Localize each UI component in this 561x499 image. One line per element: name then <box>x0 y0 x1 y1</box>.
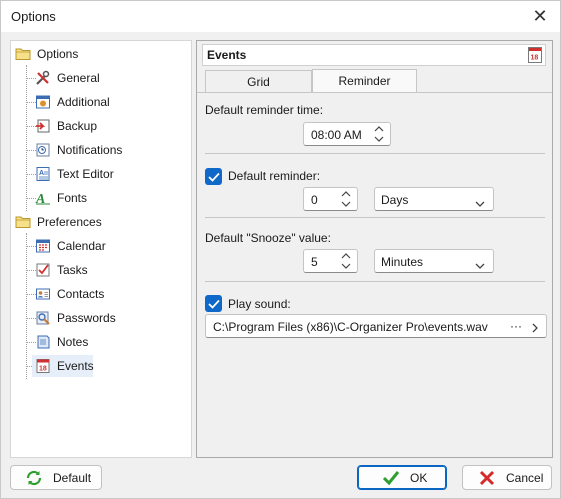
play-sound-checkbox[interactable] <box>205 295 222 312</box>
notifications-icon <box>35 142 51 158</box>
tree-item-notes[interactable]: Notes <box>35 331 88 353</box>
separator <box>205 153 545 154</box>
events-icon: 18 <box>528 47 542 63</box>
window-title: Options <box>11 9 56 24</box>
tree-label: Events <box>57 359 94 373</box>
tree-label: Tasks <box>57 263 88 277</box>
spin-arrows-icon[interactable] <box>340 190 352 208</box>
separator <box>205 217 545 218</box>
backup-icon <box>35 118 51 134</box>
chevron-right-icon[interactable] <box>532 322 538 336</box>
close-button[interactable]: ✕ <box>520 1 560 32</box>
default-reminder-checkbox[interactable] <box>205 168 222 185</box>
tree-item-events[interactable]: 18 Events <box>32 355 94 377</box>
tree-item-fonts[interactable]: A Fonts <box>35 187 87 209</box>
tab-divider <box>197 92 552 93</box>
cancel-button[interactable]: Cancel <box>462 465 552 490</box>
default-reminder-unit: Days <box>381 193 409 207</box>
tab-reminder[interactable]: Reminder <box>312 69 417 92</box>
reminder-time-value: 08:00 AM <box>311 128 362 142</box>
close-icon: ✕ <box>532 6 548 26</box>
events-icon: 18 <box>35 358 51 374</box>
events-settings-panel: Events 18 Grid Reminder Default reminder… <box>196 40 553 458</box>
passwords-icon <box>35 310 51 326</box>
tree-item-contacts[interactable]: Contacts <box>35 283 104 305</box>
default-reminder-value: 0 <box>311 193 318 207</box>
tree-item-notifications[interactable]: Notifications <box>35 139 122 161</box>
tree-item-backup[interactable]: Backup <box>35 115 97 137</box>
chevron-down-icon <box>475 196 485 210</box>
cancel-button-label: Cancel <box>506 470 544 485</box>
spin-arrows-icon[interactable] <box>373 125 385 143</box>
cancel-x-icon <box>478 469 496 487</box>
checkmark-icon <box>207 172 220 182</box>
title-bar: Options ✕ <box>1 1 560 32</box>
snooze-value: 5 <box>311 255 318 269</box>
tree-group-options[interactable]: Options <box>15 43 78 65</box>
calendar-icon <box>35 238 51 254</box>
checkmark-icon <box>207 299 220 309</box>
play-sound-label: Play sound: <box>228 297 291 311</box>
text-editor-icon: A <box>35 166 51 182</box>
notes-icon <box>35 334 51 350</box>
tab-label: Reminder <box>338 74 391 88</box>
tree-item-tasks[interactable]: Tasks <box>35 259 88 281</box>
tree-item-general[interactable]: General <box>35 67 100 89</box>
fonts-icon: A <box>35 190 51 207</box>
snooze-unit-select[interactable]: Minutes <box>374 249 494 273</box>
separator <box>205 281 545 282</box>
default-button[interactable]: Default <box>10 465 102 490</box>
settings-window-icon <box>35 94 51 110</box>
header-icon-number: 18 <box>531 55 539 62</box>
tree-label: Preferences <box>37 215 102 229</box>
svg-text:A: A <box>39 170 44 177</box>
tree-item-calendar[interactable]: Calendar <box>35 235 106 257</box>
tree-label: Passwords <box>57 311 116 325</box>
events-icon-number: 18 <box>39 366 47 373</box>
tree-group-preferences[interactable]: Preferences <box>15 211 102 233</box>
folder-icon <box>15 214 31 230</box>
default-reminder-unit-select[interactable]: Days <box>374 187 494 211</box>
default-reminder-stepper[interactable]: 0 <box>303 187 358 211</box>
tools-icon <box>35 70 51 86</box>
sound-path-field[interactable]: C:\Program Files (x86)\C-Organizer Pro\e… <box>205 314 547 338</box>
tree-label: Text Editor <box>57 167 114 181</box>
snooze-stepper[interactable]: 5 <box>303 249 358 273</box>
tree-label: Additional <box>57 95 110 109</box>
browse-button[interactable]: ··· <box>510 319 522 333</box>
snooze-unit: Minutes <box>381 255 424 269</box>
tasks-icon <box>35 262 51 278</box>
default-button-label: Default <box>53 470 92 485</box>
chevron-down-icon <box>475 258 485 272</box>
options-window: Options ✕ Options General Additional Bac… <box>0 0 561 499</box>
options-tree: Options General Additional Backup Notifi… <box>10 40 192 458</box>
tab-label: Grid <box>247 74 270 89</box>
tree-label: Options <box>37 47 79 61</box>
tree-label: Calendar <box>57 239 106 253</box>
tree-item-additional[interactable]: Additional <box>35 91 110 113</box>
reminder-time-label: Default reminder time: <box>205 103 324 117</box>
ok-button-label: OK <box>410 470 428 485</box>
checkmark-icon <box>382 469 400 487</box>
tree-item-passwords[interactable]: Passwords <box>35 307 116 329</box>
tree-label: Fonts <box>57 191 88 205</box>
tree-item-text-editor[interactable]: A Text Editor <box>35 163 114 185</box>
tab-grid[interactable]: Grid <box>205 70 312 92</box>
section-title: Events <box>207 48 247 62</box>
tree-label: General <box>57 71 100 85</box>
reminder-time-input[interactable]: 08:00 AM <box>303 122 391 146</box>
tree-label: Notifications <box>57 143 123 157</box>
spin-arrows-icon[interactable] <box>340 252 352 270</box>
section-header: Events 18 <box>202 44 546 66</box>
sound-path-value: C:\Program Files (x86)\C-Organizer Pro\e… <box>213 320 488 334</box>
default-reminder-label: Default reminder: <box>228 169 321 183</box>
ok-button[interactable]: OK <box>357 465 447 490</box>
refresh-icon <box>25 469 43 487</box>
tree-label: Backup <box>57 119 98 133</box>
tree-label: Contacts <box>57 287 105 301</box>
snooze-label: Default "Snooze" value: <box>205 231 331 245</box>
tree-label: Notes <box>57 335 89 349</box>
contacts-icon <box>35 286 51 302</box>
folder-icon <box>15 46 31 62</box>
